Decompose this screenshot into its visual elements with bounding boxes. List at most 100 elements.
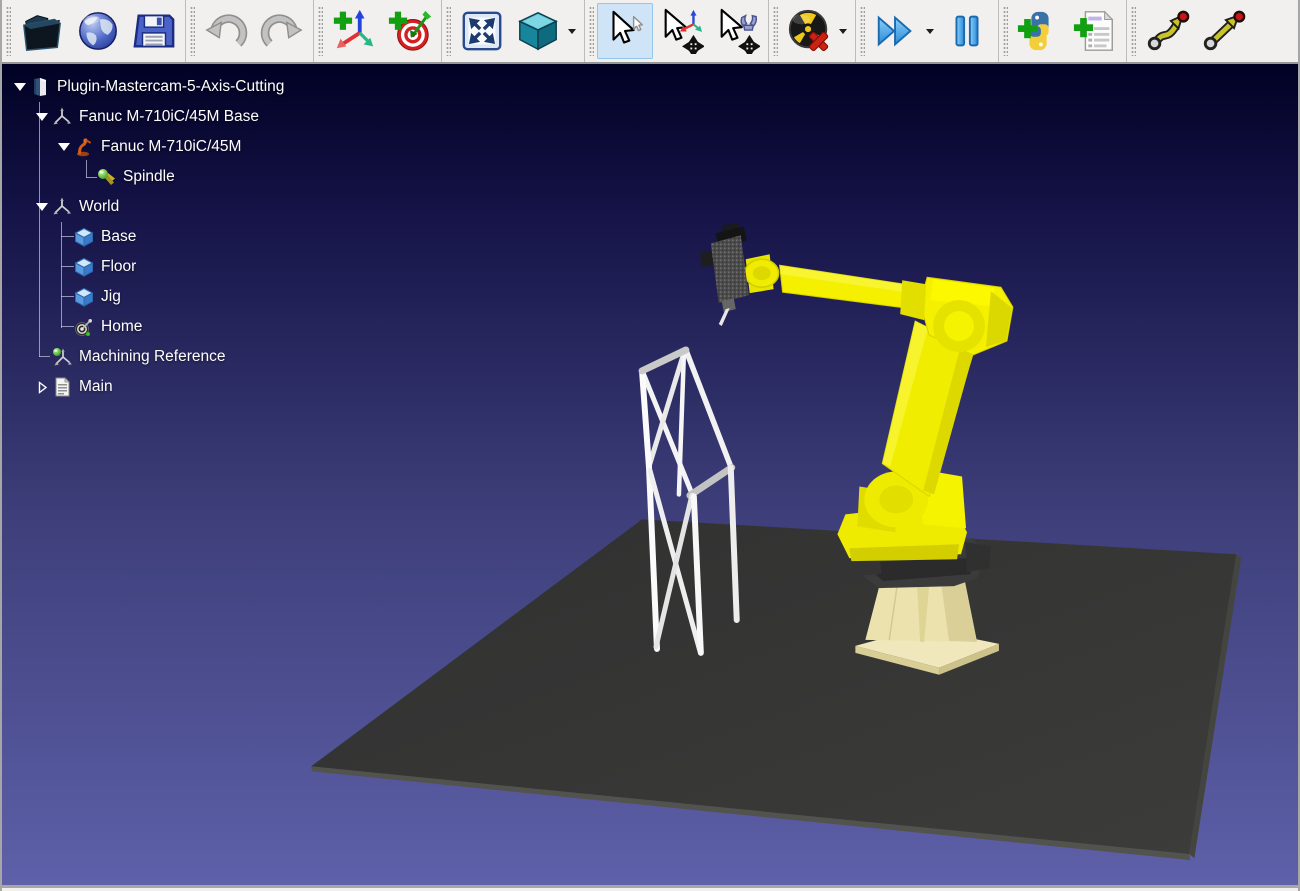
expand-collapse-arrow[interactable] [32,203,52,211]
object-icon [74,227,98,247]
redo-icon [259,8,305,54]
expand-collapse-arrow[interactable] [10,83,30,91]
globe-icon [75,8,121,54]
toolbar-group-1 [2,0,185,62]
tree-item-machining-reference[interactable]: Machining Reference [2,342,432,372]
tree-item-floor[interactable]: Floor [2,252,432,282]
tree-item-label: Base [101,228,136,246]
undo-button[interactable] [198,3,254,59]
add-program-icon [1072,8,1118,54]
robot-icon [74,137,98,157]
tool-icon [96,167,120,187]
tree-item-label: Plugin-Mastercam-5-Axis-Cutting [57,78,284,96]
tree-item-base[interactable]: Base [2,222,432,252]
toolbar-drag-handle[interactable] [6,6,11,56]
robodk-window: Plugin-Mastercam-5-Axis-Cutting Fanuc M-7… [0,0,1300,891]
fit-all-button[interactable] [454,3,510,59]
move-tool-cursor-icon [714,8,760,54]
check-collisions-dropdown-caret[interactable] [839,29,847,34]
main-toolbar [2,0,1298,64]
add-reference-frame-button[interactable] [326,3,382,59]
tree-item-label: Fanuc M-710iC/45M [101,138,241,156]
tree-item-jig[interactable]: Jig [2,282,432,312]
spindle-tool[interactable] [700,222,749,326]
toolbar-drag-handle[interactable] [446,6,451,56]
toolbar-group-4 [441,0,584,62]
tree-item-world[interactable]: World [2,192,432,222]
tree-item-label: Spindle [123,168,175,186]
joint-move-button[interactable] [1139,3,1195,59]
station-icon [30,77,54,97]
fast-forward-icon [873,8,919,54]
add-python-icon [1016,8,1062,54]
tree-item-label: Machining Reference [79,348,225,366]
add-program-button[interactable] [1067,3,1123,59]
toolbar-drag-handle[interactable] [589,6,594,56]
isometric-view-button[interactable] [510,3,566,59]
save-station-button[interactable] [126,3,182,59]
move-reference-cursor-icon [658,8,704,54]
tree-item-fanuc-m-710ic-45m[interactable]: Fanuc M-710iC/45M [2,132,432,162]
reference-frame-icon [52,197,76,217]
tree-item-fanuc-m-710ic-45m-base[interactable]: Fanuc M-710iC/45M Base [2,102,432,132]
object-icon [74,287,98,307]
toolbar-group-9 [1126,0,1254,62]
toolbar-drag-handle[interactable] [773,6,778,56]
tree-item-label: Floor [101,258,136,276]
select-button[interactable] [597,3,653,59]
object-icon [74,257,98,277]
toolbar-group-3 [313,0,441,62]
toolbar-group-7 [855,0,998,62]
tree-item-plugin-mastercam-5-axis-cutting[interactable]: Plugin-Mastercam-5-Axis-Cutting [2,72,432,102]
open-station-button[interactable] [14,3,70,59]
station-tree: Plugin-Mastercam-5-Axis-Cutting Fanuc M-7… [2,64,432,402]
undo-icon [203,8,249,54]
target-icon [74,317,98,337]
fast-simulation-button[interactable] [868,3,924,59]
add-python-program-button[interactable] [1011,3,1067,59]
move-reference-button[interactable] [653,3,709,59]
tree-item-main[interactable]: Main [2,372,432,402]
floor-plate[interactable] [311,519,1241,860]
isometric-cube-icon [515,8,561,54]
add-target-button[interactable] [382,3,438,59]
tree-item-label: Home [101,318,142,336]
add-target-icon [387,8,433,54]
reference-frame-icon [52,107,76,127]
tree-item-spindle[interactable]: Spindle [2,162,432,192]
tree-item-label: Fanuc M-710iC/45M Base [79,108,259,126]
add-reference-frame-icon [331,8,377,54]
check-collisions-button[interactable] [781,3,837,59]
expand-collapse-arrow[interactable] [54,143,74,151]
linear-move-icon [1200,8,1246,54]
linear-move-button[interactable] [1195,3,1251,59]
toolbar-group-8 [998,0,1126,62]
redo-button[interactable] [254,3,310,59]
isometric-view-dropdown-caret[interactable] [568,29,576,34]
expand-collapse-arrow[interactable] [32,381,52,394]
collision-icon [786,8,832,54]
joint-move-icon [1144,8,1190,54]
pause-simulation-button[interactable] [939,3,995,59]
fit-all-icon [459,8,505,54]
viewport-3d[interactable]: Plugin-Mastercam-5-Axis-Cutting Fanuc M-7… [2,64,1298,888]
reference-frame-green-icon [52,347,76,367]
save-icon [131,8,177,54]
open-folder-icon [19,8,65,54]
select-cursor-icon [602,8,648,54]
expand-collapse-arrow[interactable] [32,113,52,121]
toolbar-drag-handle[interactable] [318,6,323,56]
toolbar-drag-handle[interactable] [1131,6,1136,56]
toolbar-group-5 [584,0,768,62]
tree-item-label: Jig [101,288,121,306]
toolbar-drag-handle[interactable] [1003,6,1008,56]
move-tool-button[interactable] [709,3,765,59]
fast-simulation-dropdown-caret[interactable] [926,29,934,34]
toolbar-group-2 [185,0,313,62]
tree-item-label: World [79,198,119,216]
toolbar-drag-handle[interactable] [860,6,865,56]
open-online-library-button[interactable] [70,3,126,59]
tree-item-label: Main [79,378,113,396]
toolbar-drag-handle[interactable] [190,6,195,56]
tree-item-home[interactable]: Home [2,312,432,342]
